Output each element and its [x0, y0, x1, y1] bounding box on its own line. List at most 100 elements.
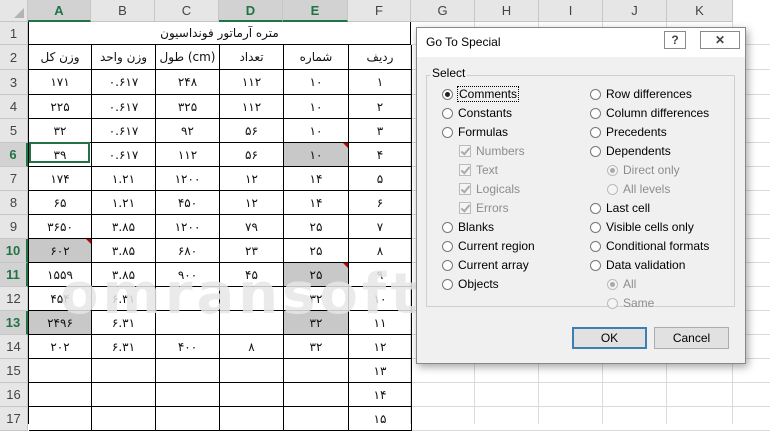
table-cell[interactable]: ۶.۳۱: [92, 287, 156, 311]
table-cell[interactable]: ۲۵: [284, 215, 349, 239]
table-cell[interactable]: ۱۵: [349, 407, 412, 431]
table-cell[interactable]: [220, 407, 284, 431]
table-cell[interactable]: ۳۲: [284, 311, 349, 335]
table-cell[interactable]: [220, 287, 284, 311]
table-cell[interactable]: ۱۱۲: [220, 70, 284, 95]
checkbox-icon[interactable]: [459, 164, 471, 176]
table-cell[interactable]: [92, 383, 156, 407]
table-cell[interactable]: ۱۲۰۰: [156, 215, 220, 239]
table-cell[interactable]: ۷۹: [220, 215, 284, 239]
table-cell[interactable]: ۴۵۰: [156, 191, 220, 215]
table-cell[interactable]: ۱.۲۱: [92, 167, 156, 191]
row-header-8[interactable]: 8: [0, 191, 28, 215]
row-header-13[interactable]: 13: [0, 311, 28, 335]
table-cell[interactable]: ۸: [220, 335, 284, 359]
radio-icon[interactable]: [442, 107, 453, 119]
table-cell[interactable]: ۱۲۰۰: [156, 167, 220, 191]
table-cell[interactable]: ۳۲: [29, 119, 92, 143]
row-header-1[interactable]: 1: [0, 22, 28, 45]
table-header-cell[interactable]: ردیف: [349, 45, 412, 70]
table-cell[interactable]: ۶۰۲: [29, 239, 92, 263]
option-row-differences[interactable]: Row differences: [590, 86, 692, 102]
radio-icon[interactable]: [442, 240, 453, 252]
row-header-9[interactable]: 9: [0, 215, 28, 239]
table-cell[interactable]: [92, 359, 156, 383]
table-cell[interactable]: ۳.۸۵: [92, 239, 156, 263]
table-cell[interactable]: ۱۰: [284, 70, 349, 95]
table-cell[interactable]: ۴۰۰: [156, 335, 220, 359]
table-cell[interactable]: [284, 383, 349, 407]
table-cell[interactable]: [156, 359, 220, 383]
row-header-6[interactable]: 6: [0, 143, 28, 167]
radio-icon[interactable]: [607, 164, 618, 176]
table-cell[interactable]: ۲۴۹۶: [29, 311, 92, 335]
help-icon[interactable]: ?: [664, 31, 686, 49]
row-header-4[interactable]: 4: [0, 95, 28, 119]
table-cell[interactable]: ۱۲: [220, 167, 284, 191]
radio-icon[interactable]: [607, 183, 618, 195]
table-cell[interactable]: ۱۱۲: [220, 95, 284, 119]
table-header-cell[interactable]: وزن کل: [29, 45, 92, 70]
column-header-k[interactable]: K: [667, 0, 733, 22]
table-header-cell[interactable]: طول (cm): [156, 45, 220, 70]
radio-icon[interactable]: [590, 145, 601, 157]
column-header-g[interactable]: G: [411, 0, 475, 22]
option-column-differences[interactable]: Column differences: [590, 105, 709, 121]
table-cell[interactable]: ۳۲۵: [156, 95, 220, 119]
table-cell[interactable]: ۲۴۸: [156, 70, 220, 95]
row-header-15[interactable]: 15: [0, 359, 28, 383]
table-cell[interactable]: ۱۰: [349, 287, 412, 311]
radio-icon[interactable]: [442, 259, 453, 271]
table-cell[interactable]: ۱۱۲: [156, 143, 220, 167]
table-cell[interactable]: ۶۸۰: [156, 239, 220, 263]
column-header-e[interactable]: E: [283, 0, 348, 22]
checkbox-icon[interactable]: [459, 145, 471, 157]
radio-icon[interactable]: [442, 126, 453, 138]
table-cell[interactable]: ۶: [349, 191, 412, 215]
table-cell[interactable]: [284, 359, 349, 383]
row-header-14[interactable]: 14: [0, 335, 28, 359]
table-cell[interactable]: ۶.۳۱: [92, 311, 156, 335]
table-cell[interactable]: ۶۵: [29, 191, 92, 215]
table-cell[interactable]: ۹: [349, 263, 412, 287]
table-cell[interactable]: ۱۰: [284, 95, 349, 119]
table-cell[interactable]: [220, 359, 284, 383]
table-cell[interactable]: ۹۰۰: [156, 263, 220, 287]
table-cell[interactable]: ۵۶: [220, 119, 284, 143]
radio-icon[interactable]: [590, 259, 601, 271]
table-cell[interactable]: [156, 383, 220, 407]
table-cell[interactable]: ۵: [349, 167, 412, 191]
row-header-2[interactable]: 2: [0, 45, 28, 70]
option-conditional-formats[interactable]: Conditional formats: [590, 238, 709, 254]
table-cell[interactable]: ۳۲: [284, 287, 349, 311]
option-objects[interactable]: Objects: [442, 276, 499, 292]
table-cell[interactable]: ۴۵: [220, 263, 284, 287]
option-visible-cells-only[interactable]: Visible cells only: [590, 219, 694, 235]
option-all[interactable]: All: [607, 276, 636, 292]
column-header-j[interactable]: J: [603, 0, 667, 22]
column-header-h[interactable]: H: [475, 0, 539, 22]
row-header-5[interactable]: 5: [0, 119, 28, 143]
table-cell[interactable]: ۱۷۴: [29, 167, 92, 191]
table-cell[interactable]: ۱.۲۱: [92, 191, 156, 215]
checkbox-icon[interactable]: [459, 202, 471, 214]
option-numbers[interactable]: Numbers: [459, 143, 525, 159]
table-cell[interactable]: ۲۳: [220, 239, 284, 263]
table-cell[interactable]: ۲۰۲: [29, 335, 92, 359]
table-cell[interactable]: ۳: [349, 119, 412, 143]
select-all-corner[interactable]: [0, 0, 28, 22]
radio-icon[interactable]: [607, 278, 618, 290]
radio-icon[interactable]: [590, 126, 601, 138]
table-cell[interactable]: [29, 383, 92, 407]
option-constants[interactable]: Constants: [442, 105, 512, 121]
column-header-b[interactable]: B: [91, 0, 155, 22]
table-cell[interactable]: ۱۴: [349, 383, 412, 407]
table-cell[interactable]: ۰.۶۱۷: [92, 70, 156, 95]
radio-icon[interactable]: [590, 88, 601, 100]
table-cell[interactable]: ۱۲: [220, 191, 284, 215]
table-cell[interactable]: ۳۲: [284, 335, 349, 359]
option-errors[interactable]: Errors: [459, 200, 509, 216]
option-formulas[interactable]: Formulas: [442, 124, 508, 140]
cancel-button[interactable]: Cancel: [654, 327, 729, 349]
table-cell[interactable]: ۲۵: [284, 239, 349, 263]
